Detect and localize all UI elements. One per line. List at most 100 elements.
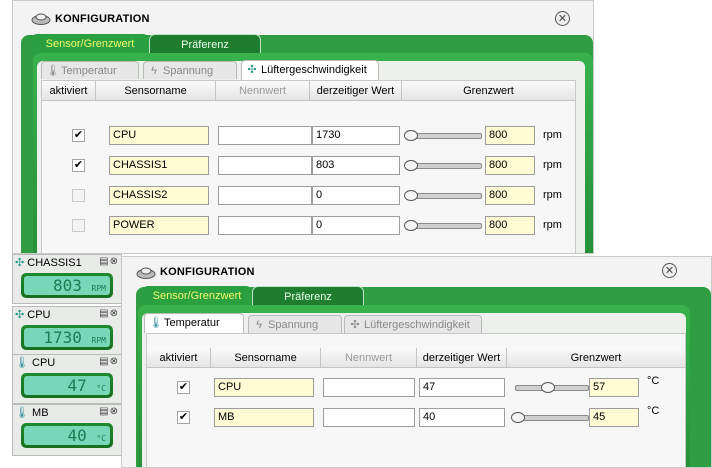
- enable-checkbox[interactable]: [72, 189, 85, 202]
- config-window-temperature: KONFIGURATION ✕ Sensor/Grenzwert Präfere…: [121, 256, 712, 468]
- subtab-spannung[interactable]: ϟ Spannung: [143, 61, 237, 79]
- enable-checkbox[interactable]: ✔: [72, 129, 85, 142]
- limit-value-field[interactable]: 800: [485, 156, 535, 175]
- lcd-display: 40 °C: [21, 423, 113, 448]
- widget-close-icon[interactable]: ⊗: [110, 406, 119, 417]
- current-value-field: 0: [312, 216, 400, 235]
- sensor-name-field[interactable]: CPU: [109, 126, 209, 145]
- thermometer-icon: 🌡: [46, 65, 60, 77]
- nominal-value-field: [218, 216, 312, 235]
- tab-sensor-grenzwert[interactable]: Sensor/Grenzwert: [142, 286, 252, 306]
- subtab-label: Lüftergeschwindigkeit: [364, 319, 470, 331]
- widget-close-icon[interactable]: ⊗: [110, 308, 119, 319]
- widget-settings-icon[interactable]: ▤: [99, 356, 109, 367]
- slider-knob[interactable]: [404, 160, 418, 171]
- sensor-widget[interactable]: 🌡 MB ▤⊗ 40 °C: [12, 404, 122, 456]
- lightning-icon: ϟ: [151, 65, 157, 77]
- gear-icon: [136, 265, 156, 279]
- slider-knob[interactable]: [541, 382, 555, 393]
- limit-slider[interactable]: [404, 220, 482, 231]
- tab-sensor-grenzwert[interactable]: Sensor/Grenzwert: [31, 34, 149, 54]
- unit-label: °C: [647, 375, 660, 387]
- sensor-widget[interactable]: ✣ CHASSIS1 ▤⊗ 803 RPM: [12, 254, 122, 304]
- lcd-unit: °C: [96, 384, 106, 393]
- current-value-field: 47: [419, 378, 505, 397]
- limit-slider[interactable]: [511, 382, 589, 393]
- slider-knob[interactable]: [404, 190, 418, 201]
- subtab-lueftergeschwindigkeit[interactable]: ✣ Lüftergeschwindigkeit: [344, 315, 482, 333]
- limit-slider[interactable]: [404, 160, 482, 171]
- widget-controls[interactable]: ▤⊗: [99, 356, 119, 367]
- widget-settings-icon[interactable]: ▤: [99, 308, 109, 319]
- current-value-field: 1730: [312, 126, 400, 145]
- window-title: KONFIGURATION: [160, 266, 255, 278]
- unit-label: rpm: [543, 219, 562, 231]
- enable-checkbox[interactable]: ✔: [177, 381, 190, 394]
- tab-praeferenz[interactable]: Präferenz: [149, 34, 261, 54]
- slider-knob[interactable]: [404, 220, 418, 231]
- column-header-nennwert: Nennwert: [216, 81, 310, 101]
- widget-controls[interactable]: ▤⊗: [99, 406, 119, 417]
- column-header-sensorname: Sensorname: [211, 348, 321, 368]
- subtab-label: Spannung: [268, 319, 319, 331]
- limit-slider[interactable]: [404, 130, 482, 141]
- window-title: KONFIGURATION: [55, 13, 150, 25]
- widget-header: 🌡 CPU: [15, 356, 55, 369]
- fan-icon: ✣: [15, 257, 28, 269]
- sensor-name-field[interactable]: POWER: [109, 216, 209, 235]
- widget-header: 🌡 MB: [15, 406, 49, 419]
- thermometer-icon: 🌡: [15, 357, 33, 369]
- sensor-name-field[interactable]: CHASSIS2: [109, 186, 209, 205]
- sensor-table: aktiviert Sensorname Nennwert derzeitige…: [41, 80, 576, 253]
- subtab-temperatur[interactable]: 🌡Temperatur: [41, 61, 139, 79]
- column-header-grenzwert: Grenzwert: [402, 81, 575, 101]
- slider-track: [408, 163, 482, 169]
- lcd-value: 1730: [43, 328, 82, 347]
- limit-value-field[interactable]: 800: [485, 186, 535, 205]
- limit-value-field[interactable]: 45: [589, 408, 639, 427]
- enable-checkbox[interactable]: ✔: [177, 411, 190, 424]
- sensor-widget[interactable]: ✣ CPU ▤⊗ 1730 RPM: [12, 306, 122, 356]
- tab-praeferenz[interactable]: Präferenz: [252, 286, 364, 306]
- subtab-spannung[interactable]: ϟ Spannung: [248, 315, 342, 333]
- limit-slider[interactable]: [404, 190, 482, 201]
- widget-controls[interactable]: ▤⊗: [99, 308, 119, 319]
- fan-icon: ✣: [247, 64, 257, 76]
- slider-knob[interactable]: [404, 130, 418, 141]
- enable-checkbox[interactable]: ✔: [72, 159, 85, 172]
- sensor-widget[interactable]: 🌡 CPU ▤⊗ 47 °C: [12, 354, 122, 404]
- slider-track: [408, 193, 482, 199]
- column-header-sensorname: Sensorname: [96, 81, 216, 101]
- widget-controls[interactable]: ▤⊗: [99, 256, 119, 267]
- widget-settings-icon[interactable]: ▤: [99, 406, 109, 417]
- limit-value-field[interactable]: 800: [485, 216, 535, 235]
- nominal-value-field: [323, 378, 415, 397]
- widget-settings-icon[interactable]: ▤: [99, 256, 109, 267]
- limit-value-field[interactable]: 57: [589, 378, 639, 397]
- unit-label: °C: [647, 405, 660, 417]
- thermometer-icon: 🌡: [149, 317, 163, 329]
- limit-value-field[interactable]: 800: [485, 126, 535, 145]
- close-icon[interactable]: ✕: [555, 11, 570, 26]
- current-value-field: 803: [312, 156, 400, 175]
- lcd-display: 47 °C: [21, 373, 113, 398]
- enable-checkbox[interactable]: [72, 219, 85, 232]
- nominal-value-field: [218, 186, 312, 205]
- gear-icon: [31, 11, 51, 25]
- sensor-name-field[interactable]: MB: [214, 408, 314, 427]
- close-icon[interactable]: ✕: [662, 263, 677, 278]
- fan-icon: ✣: [350, 319, 360, 331]
- subtab-temperatur[interactable]: 🌡Temperatur: [144, 313, 244, 333]
- sensor-name-field[interactable]: CPU: [214, 378, 314, 397]
- column-header-derzeitiger-wert: derzeitiger Wert: [310, 81, 402, 101]
- subtab-lueftergeschwindigkeit[interactable]: ✣ Lüftergeschwindigkeit: [241, 60, 379, 80]
- lcd-unit: RPM: [91, 284, 106, 293]
- column-header-aktiviert: aktiviert: [147, 348, 211, 368]
- widget-close-icon[interactable]: ⊗: [110, 356, 119, 367]
- nominal-value-field: [218, 156, 312, 175]
- widget-close-icon[interactable]: ⊗: [110, 256, 119, 267]
- limit-slider[interactable]: [511, 412, 589, 423]
- slider-knob[interactable]: [511, 412, 525, 423]
- lcd-display: 803 RPM: [21, 273, 113, 298]
- sensor-name-field[interactable]: CHASSIS1: [109, 156, 209, 175]
